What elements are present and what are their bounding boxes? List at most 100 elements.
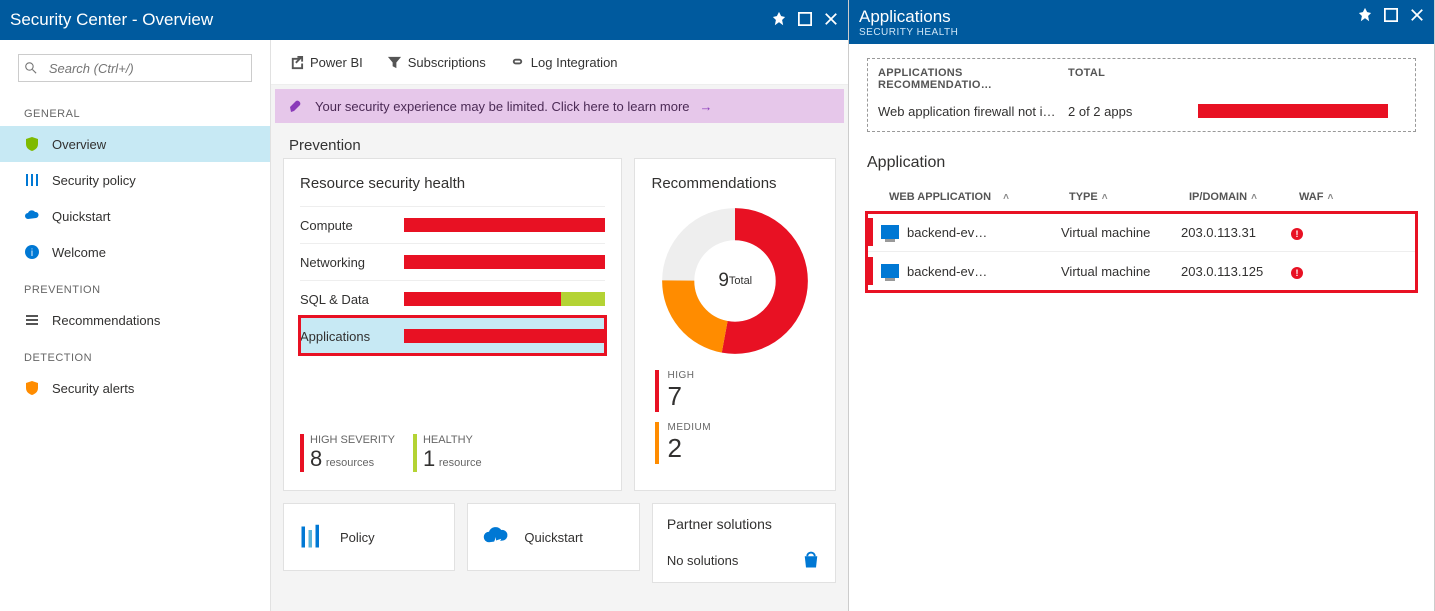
- blade-header-right: Applications SECURITY HEALTH: [849, 0, 1434, 44]
- cloud-icon: [24, 208, 40, 224]
- summary-num: 8: [310, 446, 322, 471]
- col-waf[interactable]: WAF: [1299, 191, 1323, 203]
- tool-subscriptions[interactable]: Subscriptions: [387, 55, 486, 70]
- app-ip: 203.0.113.31: [1181, 225, 1291, 240]
- col-ip[interactable]: IP/DOMAIN: [1189, 191, 1247, 203]
- app-table-highlight: backend-ev… Virtual machine 203.0.113.31…: [867, 213, 1416, 291]
- col-type[interactable]: TYPE: [1069, 191, 1098, 203]
- alert-shield-icon: [24, 380, 40, 396]
- blade-header-left: Security Center - Overview: [0, 0, 848, 40]
- quickstart-card[interactable]: Quickstart: [467, 503, 639, 571]
- app-name: backend-ev…: [907, 225, 987, 240]
- health-row-applications[interactable]: Applications: [300, 317, 605, 354]
- resource-health-card: Resource security health Compute Network…: [283, 158, 622, 491]
- main-panel: Power BI Subscriptions Log Integration Y…: [271, 40, 848, 611]
- nav-label: Security policy: [52, 173, 136, 188]
- summary-high: HIGH SEVERITY 8 resources: [300, 434, 395, 472]
- partner-solutions-card[interactable]: Partner solutions No solutions: [652, 503, 836, 583]
- donut-total: 9: [718, 270, 729, 292]
- pin-icon[interactable]: [772, 12, 786, 29]
- tool-label: Subscriptions: [408, 55, 486, 70]
- nav-overview[interactable]: Overview: [0, 126, 270, 162]
- close-icon[interactable]: [824, 12, 838, 29]
- banner-text: Your security experience may be limited.…: [315, 99, 690, 114]
- tool-label: Log Integration: [531, 55, 618, 70]
- health-row-compute[interactable]: Compute: [300, 206, 605, 243]
- recommendation-summary-box[interactable]: APPLICATIONS RECOMMENDATIO… TOTAL Web ap…: [867, 58, 1416, 132]
- export-icon: [289, 55, 304, 70]
- row-label: Networking: [300, 255, 404, 270]
- severity-bar: [404, 218, 605, 232]
- severity-strip: [867, 257, 873, 285]
- summary-unit: resource: [439, 457, 482, 469]
- metric-value: 7: [667, 381, 815, 412]
- search-box[interactable]: [18, 54, 252, 82]
- app-row[interactable]: backend-ev… Virtual machine 203.0.113.31…: [867, 213, 1416, 252]
- metric-label: HIGH: [667, 370, 815, 381]
- app-ip: 203.0.113.125: [1181, 264, 1291, 279]
- filter-icon: [387, 55, 402, 70]
- cloud-bolt-icon: [482, 523, 510, 551]
- recommendations-card[interactable]: Recommendations 9Total HIGH: [634, 158, 836, 491]
- nav-welcome[interactable]: i Welcome: [0, 234, 270, 270]
- donut-total-label: Total: [729, 275, 752, 287]
- nav-label: Security alerts: [52, 381, 134, 396]
- sort-icon[interactable]: ˄: [1327, 192, 1333, 203]
- rec-total: 2 of 2 apps: [1068, 104, 1198, 119]
- sidebar: GENERAL Overview Security policy Quickst…: [0, 40, 271, 611]
- col-webapp[interactable]: WEB APPLICATION: [889, 191, 991, 203]
- nav-label: Recommendations: [52, 313, 160, 328]
- close-icon[interactable]: [1410, 8, 1424, 25]
- recommendations-donut: 9Total: [660, 206, 810, 356]
- vm-icon: [881, 225, 899, 239]
- nav-security-policy[interactable]: Security policy: [0, 162, 270, 198]
- card-value: No solutions: [667, 553, 739, 568]
- row-label: Compute: [300, 218, 404, 233]
- rec-col-total: TOTAL: [1068, 67, 1105, 91]
- rec-name: Web application firewall not i…: [878, 104, 1068, 119]
- row-label: SQL & Data: [300, 292, 404, 307]
- search-input[interactable]: [43, 61, 251, 76]
- app-type: Virtual machine: [1061, 225, 1181, 240]
- limited-banner[interactable]: Your security experience may be limited.…: [275, 89, 844, 123]
- summary-unit: resources: [326, 457, 374, 469]
- pin-icon[interactable]: [1358, 8, 1372, 25]
- app-row[interactable]: backend-ev… Virtual machine 203.0.113.12…: [867, 252, 1416, 291]
- card-title: Resource security health: [300, 175, 605, 192]
- summary-label: HEALTHY: [423, 434, 482, 446]
- health-summary: HIGH SEVERITY 8 resources HEALTHY 1 reso…: [300, 434, 605, 472]
- bag-icon: [801, 550, 821, 570]
- info-icon: i: [24, 244, 40, 260]
- app-table-header: WEB APPLICATION ˄ TYPE ˄ IP/DOMAIN ˄ WAF ˄: [867, 182, 1416, 213]
- tool-label: Power BI: [310, 55, 363, 70]
- health-row-sql[interactable]: SQL & Data: [300, 280, 605, 317]
- policy-card[interactable]: Policy: [283, 503, 455, 571]
- nav-label: Quickstart: [52, 209, 111, 224]
- card-label: Quickstart: [524, 530, 583, 545]
- nav-security-alerts[interactable]: Security alerts: [0, 370, 270, 406]
- search-icon: [25, 61, 37, 75]
- nav-label: Overview: [52, 137, 106, 152]
- nav-quickstart[interactable]: Quickstart: [0, 198, 270, 234]
- metric-value: 2: [667, 433, 815, 464]
- prevention-heading: Prevention: [271, 127, 848, 158]
- nav-label: Welcome: [52, 245, 106, 260]
- list-icon: [24, 312, 40, 328]
- application-section-title: Application: [867, 154, 1416, 172]
- sort-icon[interactable]: ˄: [1003, 192, 1009, 203]
- card-title: Partner solutions: [667, 516, 821, 532]
- metric-high: HIGH 7: [655, 370, 815, 412]
- maximize-icon[interactable]: [1384, 8, 1398, 25]
- maximize-icon[interactable]: [798, 12, 812, 29]
- nav-recommendations[interactable]: Recommendations: [0, 302, 270, 338]
- waf-alert-icon: !: [1291, 228, 1303, 240]
- tool-powerbi[interactable]: Power BI: [289, 55, 363, 70]
- sort-icon[interactable]: ˄: [1102, 192, 1108, 203]
- sort-icon[interactable]: ˄: [1251, 192, 1257, 203]
- card-title: Recommendations: [651, 175, 819, 192]
- tool-log-integration[interactable]: Log Integration: [510, 55, 618, 70]
- waf-alert-icon: !: [1291, 267, 1303, 279]
- blade-subtitle: SECURITY HEALTH: [859, 27, 958, 38]
- health-row-networking[interactable]: Networking: [300, 243, 605, 280]
- summary-healthy: HEALTHY 1 resource: [413, 434, 482, 472]
